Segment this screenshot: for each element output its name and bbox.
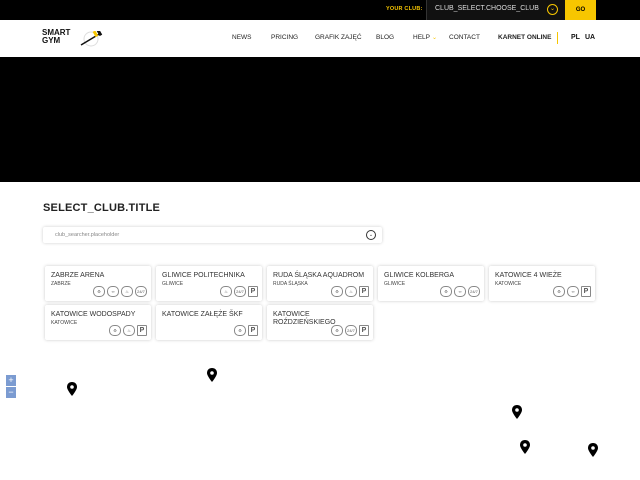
club-name: RUDA ŚLĄSKA AQUADROM bbox=[273, 272, 365, 279]
club-card[interactable]: KATOWICE ZAŁĘŻE ŠKF ⚙ P bbox=[156, 305, 262, 340]
map-pin-icon[interactable] bbox=[207, 368, 217, 382]
your-club-label: YOUR CLUB: bbox=[386, 6, 423, 12]
machine-icon: ⚙ bbox=[109, 325, 121, 336]
club-name: KATOWICE WODOSPADY bbox=[51, 311, 136, 318]
go-button[interactable]: GO bbox=[565, 0, 596, 20]
nav-contact[interactable]: CONTACT bbox=[449, 34, 480, 41]
hero-banner bbox=[0, 57, 640, 182]
top-bar: YOUR CLUB: CLUB_SELECT.CHOOSE_CLUB ⌄ GO bbox=[0, 0, 640, 20]
parking-icon: P bbox=[137, 325, 147, 336]
header: SMART GYM NEWS PRICING GRAFIK ZAJĘĆ BLOG … bbox=[0, 20, 640, 57]
sauna-icon: ♨ bbox=[345, 286, 357, 297]
club-name: KATOWICE 4 WIEŻE bbox=[495, 272, 562, 279]
club-search-input[interactable] bbox=[43, 227, 363, 243]
clubs-map[interactable]: + − bbox=[0, 368, 640, 480]
machine-icon: ⚙ bbox=[331, 325, 343, 336]
club-card[interactable]: RUDA ŚLĄSKA AQUADROM RUDA ŚLĄSKA ⚙ ♨ P bbox=[267, 266, 373, 301]
club-city: KATOWICE bbox=[495, 281, 522, 287]
club-name: GLIWICE POLITECHNIKA bbox=[162, 272, 245, 279]
logo[interactable]: SMART GYM bbox=[42, 29, 104, 51]
24-7-icon: 24/7 bbox=[234, 286, 246, 297]
machine-icon: ⚙ bbox=[331, 286, 343, 297]
nav-blog[interactable]: BLOG bbox=[376, 34, 394, 41]
lang-ua[interactable]: UA bbox=[585, 34, 595, 41]
club-card[interactable]: KATOWICE 4 WIEŻE KATOWICE ⚙ ∞ P bbox=[489, 266, 595, 301]
nav-grafik-zajec[interactable]: GRAFIK ZAJĘĆ bbox=[315, 34, 362, 41]
parking-icon: P bbox=[248, 325, 258, 336]
map-pin-icon[interactable] bbox=[67, 382, 77, 396]
machine-icon: ⚙ bbox=[553, 286, 565, 297]
club-name: GLIWICE KOLBERGA bbox=[384, 272, 455, 279]
club-card[interactable]: KATOWICE WODOSPADY KATOWICE ⚙ ♨ P bbox=[45, 305, 151, 340]
dumbbell-icon bbox=[80, 31, 103, 47]
club-card[interactable]: GLIWICE KOLBERGA GLIWICE ⚙ ∞ 24/7 bbox=[378, 266, 484, 301]
page-title: SELECT_CLUB.TITLE bbox=[43, 202, 161, 214]
club-select-value: CLUB_SELECT.CHOOSE_CLUB bbox=[435, 5, 539, 12]
map-zoom-controls: + − bbox=[6, 375, 16, 399]
zoom-out-button[interactable]: − bbox=[6, 387, 16, 398]
club-search[interactable]: ⌄ bbox=[43, 227, 382, 243]
club-card[interactable]: KATOWICE ROŹDZIEŃSKIEGO ⚙ 24/7 P bbox=[267, 305, 373, 340]
24-7-icon: 24/7 bbox=[468, 286, 480, 297]
24-7-icon: 24/7 bbox=[135, 286, 147, 297]
zoom-in-button[interactable]: + bbox=[6, 375, 16, 386]
machine-icon: ⚙ bbox=[234, 325, 246, 336]
club-city: GLIWICE bbox=[162, 281, 184, 287]
map-pin-icon[interactable] bbox=[512, 405, 522, 419]
club-select[interactable]: CLUB_SELECT.CHOOSE_CLUB ⌄ bbox=[426, 0, 565, 20]
chevron-down-icon: ⌄ bbox=[431, 35, 438, 41]
club-city: RUDA ŚLĄSKA bbox=[273, 281, 308, 287]
club-name: ZABRZE ARENA bbox=[51, 272, 105, 279]
map-pin-icon[interactable] bbox=[588, 443, 598, 457]
nav-news[interactable]: NEWS bbox=[232, 34, 252, 41]
club-city: ZABRZE bbox=[51, 281, 71, 287]
logo-line-2: GYM bbox=[42, 36, 61, 45]
club-city: KATOWICE bbox=[51, 320, 78, 326]
machine-icon: ⚙ bbox=[93, 286, 105, 297]
sauna-icon: ♨ bbox=[121, 286, 133, 297]
24-7-icon: 24/7 bbox=[345, 325, 357, 336]
nav-help-label: HELP bbox=[413, 34, 430, 41]
sauna-icon: ♨ bbox=[220, 286, 232, 297]
parking-icon: P bbox=[359, 325, 369, 336]
bike-icon: ∞ bbox=[107, 286, 119, 297]
lang-pl[interactable]: PL bbox=[571, 34, 580, 41]
club-card[interactable]: GLIWICE POLITECHNIKA GLIWICE ♨ 24/7 P bbox=[156, 266, 262, 301]
parking-icon: P bbox=[248, 286, 258, 297]
club-name: KATOWICE ZAŁĘŻE ŠKF bbox=[162, 311, 243, 318]
bike-icon: ∞ bbox=[567, 286, 579, 297]
map-pin-icon[interactable] bbox=[520, 440, 530, 454]
chevron-down-icon[interactable]: ⌄ bbox=[366, 230, 376, 240]
chevron-down-icon[interactable]: ⌄ bbox=[547, 4, 558, 15]
club-card[interactable]: ZABRZE ARENA ZABRZE ⚙ ∞ ♨ 24/7 bbox=[45, 266, 151, 301]
bike-icon: ∞ bbox=[454, 286, 466, 297]
nav-divider bbox=[557, 32, 558, 44]
club-city: GLIWICE bbox=[384, 281, 406, 287]
parking-icon: P bbox=[359, 286, 369, 297]
nav-help[interactable]: HELP ⌄ bbox=[413, 34, 437, 41]
machine-icon: ⚙ bbox=[440, 286, 452, 297]
nav-karnet-online[interactable]: KARNET ONLINE bbox=[498, 34, 551, 41]
sauna-icon: ♨ bbox=[123, 325, 135, 336]
nav-pricing[interactable]: PRICING bbox=[271, 34, 298, 41]
parking-icon: P bbox=[581, 286, 591, 297]
